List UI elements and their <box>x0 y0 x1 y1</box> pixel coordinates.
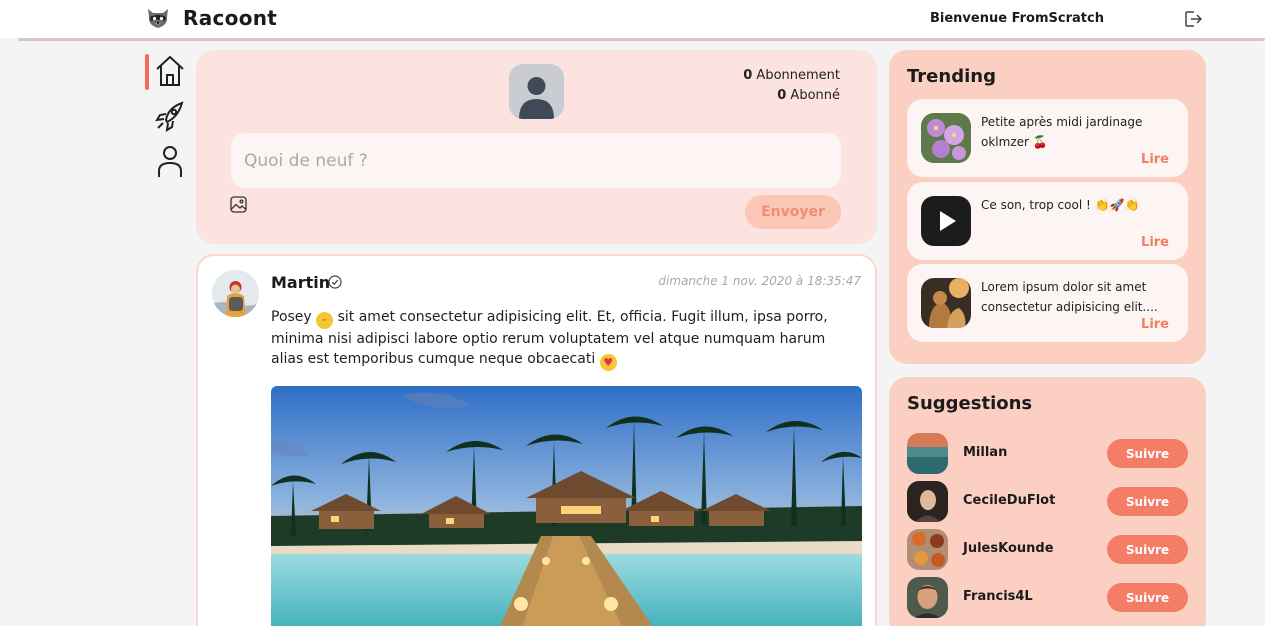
post-text-start: Posey <box>271 309 312 325</box>
trending-item[interactable]: Ce son, trop cool ! 👏🚀👏 Lire <box>907 182 1188 260</box>
read-link[interactable]: Lire <box>1141 152 1169 167</box>
video-thumbnail <box>921 196 971 246</box>
post-card: Martin dimanche 1 nov. 2020 à 18:35:47 P… <box>196 254 877 626</box>
suggestion-row: CecileDuFlot Suivre <box>907 481 1188 523</box>
suggestion-row: Francis4L Suivre <box>907 577 1188 619</box>
current-user-avatar[interactable] <box>509 64 564 119</box>
active-nav-indicator <box>145 54 149 90</box>
top-bar: Racoont Bienvenue FromScratch <box>0 0 1265 38</box>
send-button[interactable]: Envoyer <box>745 195 841 229</box>
suggestions-panel: Suggestions Millan Suivre CecileDuFlot S… <box>889 377 1206 626</box>
new-post-composer: 0 Abonnement 0 Abonné Envoyer <box>196 50 877 244</box>
following-count: 0 <box>743 68 753 83</box>
trending-item[interactable]: Lorem ipsum dolor sit amet consectetur a… <box>907 264 1188 342</box>
logout-icon[interactable] <box>1183 9 1203 29</box>
followers-stat[interactable]: 0 Abonné <box>743 86 840 106</box>
trending-thumbnail <box>921 278 971 328</box>
follow-button[interactable]: Suivre <box>1107 439 1188 468</box>
trending-title: Trending <box>907 66 996 87</box>
image-upload-icon[interactable] <box>230 196 247 213</box>
rocket-icon[interactable] <box>154 99 186 133</box>
post-author-avatar[interactable] <box>212 270 259 317</box>
suggestion-avatar[interactable] <box>907 481 948 522</box>
trending-panel: Trending Petite après midi jardinage okl… <box>889 50 1206 364</box>
read-link[interactable]: Lire <box>1141 317 1169 332</box>
follow-stats: 0 Abonnement 0 Abonné <box>743 66 840 106</box>
read-link[interactable]: Lire <box>1141 235 1169 250</box>
suggestion-name[interactable]: Francis4L <box>963 589 1033 604</box>
home-icon[interactable] <box>154 54 186 88</box>
heart-eyes-emoji-icon: ♥ <box>599 354 617 371</box>
suggestion-avatar[interactable] <box>907 433 948 474</box>
suggestions-title: Suggestions <box>907 393 1033 414</box>
suggestion-avatar[interactable] <box>907 577 948 618</box>
suggestion-row: Millan Suivre <box>907 433 1188 475</box>
suggestion-row: JulesKounde Suivre <box>907 529 1188 571</box>
post-text-rest: sit amet consectetur adipisicing elit. E… <box>271 309 828 367</box>
trending-thumbnail <box>921 113 971 163</box>
suggestion-name[interactable]: Millan <box>963 445 1007 460</box>
trending-text: Petite après midi jardinage oklmzer 🍒 <box>981 115 1143 149</box>
suggestion-avatar[interactable] <box>907 529 948 570</box>
post-date: dimanche 1 nov. 2020 à 18:35:47 <box>658 274 861 288</box>
app-title[interactable]: Racoont <box>183 6 277 30</box>
follow-button[interactable]: Suivre <box>1107 535 1188 564</box>
raccoon-logo-icon[interactable] <box>146 7 170 29</box>
followers-count: 0 <box>777 88 787 103</box>
follow-button[interactable]: Suivre <box>1107 487 1188 516</box>
user-icon[interactable] <box>154 144 186 178</box>
trending-text: Lorem ipsum dolor sit amet consectetur a… <box>981 280 1158 314</box>
header-divider <box>18 38 1265 41</box>
post-body: Posey ᵕ sit amet consectetur adipisicing… <box>271 307 861 371</box>
suggestion-name[interactable]: JulesKounde <box>963 541 1054 556</box>
trending-item[interactable]: Petite après midi jardinage oklmzer 🍒 Li… <box>907 99 1188 177</box>
post-author-name[interactable]: Martin <box>271 273 330 292</box>
post-image[interactable] <box>271 386 862 626</box>
welcome-message: Bienvenue FromScratch <box>930 11 1104 26</box>
follow-button[interactable]: Suivre <box>1107 583 1188 612</box>
check-circle-icon <box>328 275 342 289</box>
suggestion-name[interactable]: CecileDuFlot <box>963 493 1055 508</box>
following-stat[interactable]: 0 Abonnement <box>743 66 840 86</box>
trending-text: Ce son, trop cool ! 👏🚀👏 <box>981 198 1140 212</box>
following-label: Abonnement <box>756 68 840 83</box>
smile-emoji-icon: ᵕ <box>316 312 334 329</box>
post-text-input[interactable] <box>231 133 841 188</box>
followers-label: Abonné <box>790 88 840 103</box>
